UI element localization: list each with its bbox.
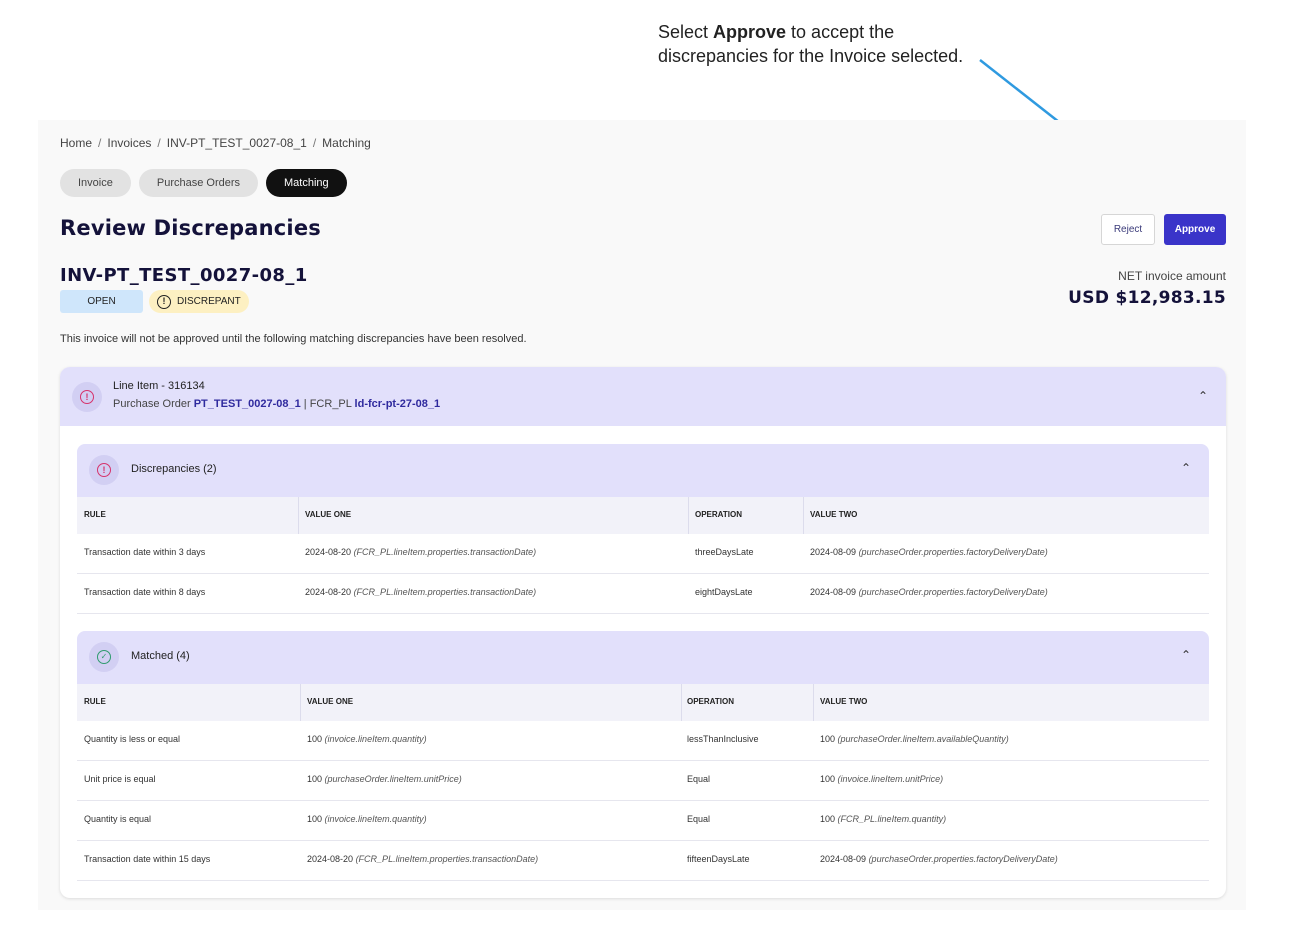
cell-value-two: 2024-08-09 (purchaseOrder.properties.fac… — [820, 854, 1058, 864]
table-row: Quantity is equal 100 (invoice.lineItem.… — [77, 801, 1209, 841]
table-row: Quantity is less or equal 100 (invoice.l… — [77, 721, 1209, 761]
breadcrumb-matching: Matching — [322, 136, 371, 150]
status-badges: OPEN ! DISCREPANT — [60, 290, 249, 313]
cell-operation: eightDaysLate — [695, 587, 753, 597]
alert-circle-icon: ! — [89, 455, 119, 485]
fcr-link[interactable]: ld-fcr-pt-27-08_1 — [355, 398, 441, 410]
table-row: Transaction date within 3 days 2024-08-2… — [77, 534, 1209, 574]
cell-rule: Transaction date within 3 days — [84, 547, 206, 557]
column-value-one: VALUE ONE — [305, 510, 352, 519]
column-value-two: VALUE TWO — [810, 510, 858, 519]
column-value-two: VALUE TWO — [820, 697, 868, 706]
alert-circle-icon: ! — [72, 382, 102, 412]
status-badge-discrepant: ! DISCREPANT — [149, 290, 249, 313]
check-circle-icon: ✓ — [89, 642, 119, 672]
column-operation: OPERATION — [687, 697, 734, 706]
approve-button[interactable]: Approve — [1164, 214, 1226, 245]
page-title: Review Discrepancies — [60, 216, 321, 240]
cell-value-two: 100 (purchaseOrder.lineItem.availableQua… — [820, 734, 1009, 744]
cell-value-one: 100 (invoice.lineItem.quantity) — [307, 814, 427, 824]
matched-header[interactable]: ✓ Matched (4) ⌃ — [77, 631, 1209, 684]
column-value-one: VALUE ONE — [307, 697, 354, 706]
cell-value-one: 2024-08-20 (FCR_PL.lineItem.properties.t… — [305, 547, 537, 557]
matched-title: Matched (4) — [131, 650, 190, 662]
reject-button[interactable]: Reject — [1101, 214, 1155, 245]
cell-value-two: 2024-08-09 (purchaseOrder.properties.fac… — [810, 587, 1048, 597]
discrepancies-table-header: RULE VALUE ONE OPERATION VALUE TWO — [77, 497, 1209, 534]
cell-value-two: 100 (invoice.lineItem.unitPrice) — [820, 774, 944, 784]
column-operation: OPERATION — [695, 510, 742, 519]
breadcrumb-invoices[interactable]: Invoices — [107, 136, 151, 150]
cell-rule: Unit price is equal — [84, 774, 156, 784]
column-rule: RULE — [84, 510, 106, 519]
line-item-card: ! Line Item - 316134 Purchase Order PT_T… — [60, 367, 1226, 898]
tab-bar: Invoice Purchase Orders Matching — [60, 169, 347, 197]
cell-rule: Transaction date within 15 days — [84, 854, 211, 864]
cell-value-two: 2024-08-09 (purchaseOrder.properties.fac… — [810, 547, 1048, 557]
matched-section: ✓ Matched (4) ⌃ RULE VALUE ONE OPERATION… — [77, 631, 1209, 881]
cell-value-one: 100 (invoice.lineItem.quantity) — [307, 734, 427, 744]
chevron-up-icon[interactable]: ⌃ — [1198, 389, 1208, 403]
invoice-id: INV-PT_TEST_0027-08_1 — [60, 265, 308, 286]
cell-operation: fifteenDaysLate — [687, 854, 750, 864]
purchase-order-link[interactable]: PT_TEST_0027-08_1 — [194, 398, 301, 410]
column-rule: RULE — [84, 697, 106, 706]
cell-operation: Equal — [687, 814, 711, 824]
line-item-title: Line Item - 316134 — [113, 380, 205, 392]
matched-table-header: RULE VALUE ONE OPERATION VALUE TWO — [77, 684, 1209, 721]
net-amount-label: NET invoice amount — [1118, 269, 1226, 283]
cell-operation: threeDaysLate — [695, 547, 754, 557]
cell-rule: Quantity is less or equal — [84, 734, 181, 744]
discrepant-label: DISCREPANT — [177, 296, 241, 307]
cell-value-two: 100 (FCR_PL.lineItem.quantity) — [820, 814, 947, 824]
discrepancies-header[interactable]: ! Discrepancies (2) ⌃ — [77, 444, 1209, 497]
breadcrumb-invoice-id[interactable]: INV-PT_TEST_0027-08_1 — [167, 136, 307, 150]
net-amount-value: USD $12,983.15 — [1068, 288, 1226, 308]
chevron-up-icon[interactable]: ⌃ — [1181, 461, 1191, 475]
line-item-subtitle: Purchase Order PT_TEST_0027-08_1 | FCR_P… — [113, 398, 441, 410]
approval-notice: This invoice will not be approved until … — [60, 333, 527, 345]
discrepancies-title: Discrepancies (2) — [131, 463, 217, 475]
breadcrumb-home[interactable]: Home — [60, 136, 92, 150]
cell-value-one: 100 (purchaseOrder.lineItem.unitPrice) — [307, 774, 462, 784]
table-row: Transaction date within 8 days 2024-08-2… — [77, 574, 1209, 614]
cell-value-one: 2024-08-20 (FCR_PL.lineItem.properties.t… — [305, 587, 537, 597]
breadcrumb: Home / Invoices / INV-PT_TEST_0027-08_1 … — [60, 136, 371, 150]
tab-invoice[interactable]: Invoice — [60, 169, 131, 197]
tab-matching[interactable]: Matching — [266, 169, 347, 197]
line-item-header[interactable]: ! Line Item - 316134 Purchase Order PT_T… — [60, 367, 1226, 426]
warning-icon: ! — [157, 294, 171, 309]
chevron-up-icon[interactable]: ⌃ — [1181, 648, 1191, 662]
cell-value-one: 2024-08-20 (FCR_PL.lineItem.properties.t… — [307, 854, 539, 864]
table-row: Transaction date within 15 days 2024-08-… — [77, 841, 1209, 881]
table-row: Unit price is equal 100 (purchaseOrder.l… — [77, 761, 1209, 801]
cell-operation: lessThanInclusive — [687, 734, 759, 744]
cell-rule: Quantity is equal — [84, 814, 152, 824]
status-badge-open: OPEN — [60, 290, 143, 313]
callout-text: Select Approve to accept the discrepanci… — [658, 22, 964, 66]
cell-operation: Equal — [687, 774, 711, 784]
cell-rule: Transaction date within 8 days — [84, 587, 206, 597]
tab-purchase-orders[interactable]: Purchase Orders — [138, 169, 259, 197]
app-screen: Home / Invoices / INV-PT_TEST_0027-08_1 … — [38, 120, 1246, 910]
discrepancies-section: ! Discrepancies (2) ⌃ RULE VALUE ONE OPE… — [77, 444, 1209, 614]
